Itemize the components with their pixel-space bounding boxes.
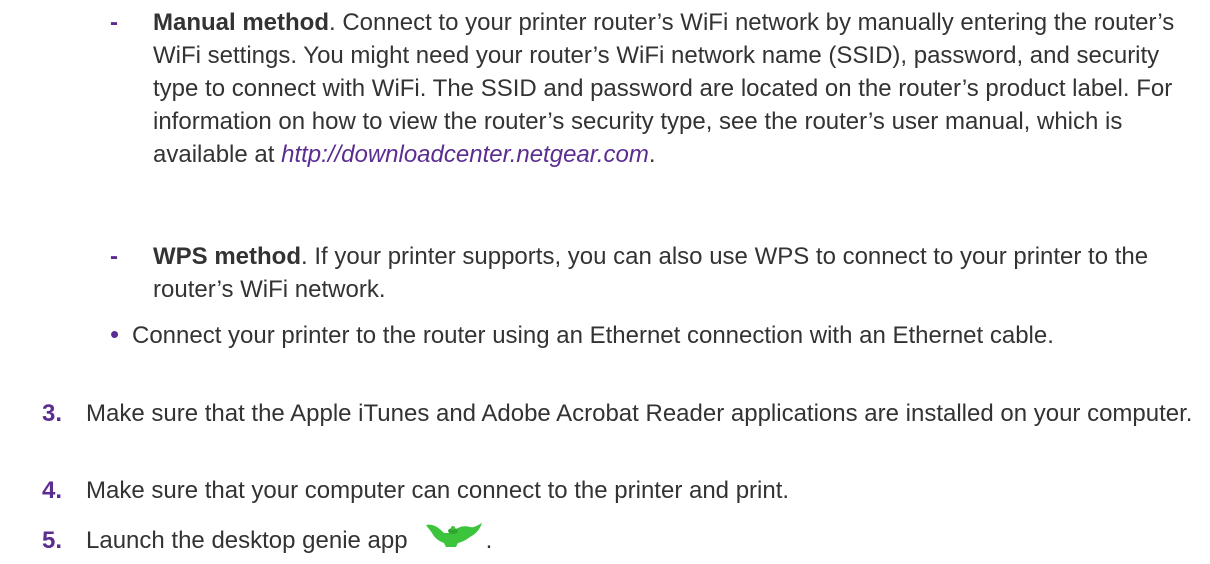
step-number-4: 4. xyxy=(42,477,63,504)
downloadcenter-link[interactable]: http://downloadcenter.netgear.com xyxy=(281,141,649,168)
step-5-text: Launch the desktop genie app xyxy=(86,527,408,554)
step-3-text: Make sure that the Apple iTunes and Adob… xyxy=(86,400,1193,427)
wps-method-title: WPS method xyxy=(153,243,301,270)
manual-method-title: Manual method xyxy=(153,9,330,36)
manual-method-paragraph: Manual method. Connect to your printer r… xyxy=(153,6,1193,171)
step-4-text: Make sure that your computer can connect… xyxy=(86,477,790,504)
wps-method-paragraph: WPS method. If your printer supports, yo… xyxy=(153,240,1193,306)
bullet-marker: • xyxy=(110,319,120,349)
dash-marker: - xyxy=(110,243,118,270)
step-number-3: 3. xyxy=(42,400,63,427)
step-5-period: . xyxy=(485,527,493,554)
step-number-5: 5. xyxy=(42,527,63,554)
genie-lamp-icon xyxy=(422,521,484,556)
dash-marker: - xyxy=(110,9,118,36)
ethernet-bullet-text: Connect your printer to the router using… xyxy=(132,322,1054,349)
manual-method-period: . xyxy=(648,141,656,168)
step-5-paragraph: Launch the desktop genie app . xyxy=(86,521,1196,559)
wps-method-text: . If your printer supports, you can also… xyxy=(153,243,1149,303)
